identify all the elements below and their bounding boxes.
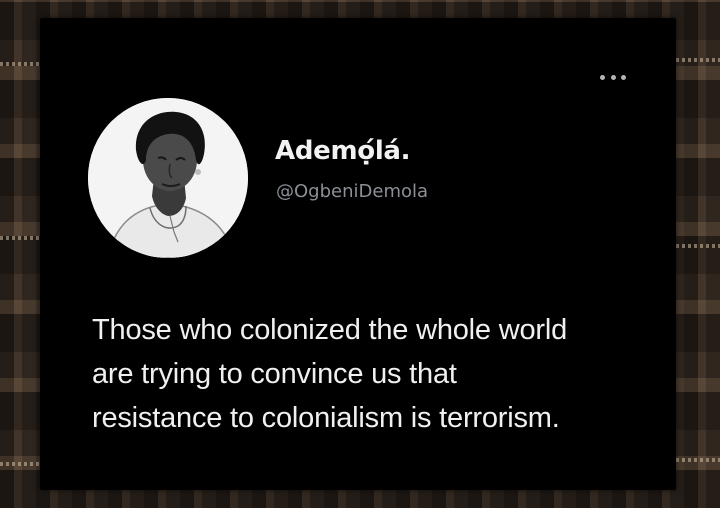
more-dot: [610, 74, 616, 80]
author-display-name[interactable]: Ademọ́lá.: [275, 136, 411, 166]
backdrop-stitch: [0, 462, 40, 466]
post-text-line: are trying to convince us that: [92, 358, 457, 390]
more-dot: [600, 74, 605, 80]
backdrop-stitch: [676, 458, 720, 462]
avatar[interactable]: [88, 98, 248, 258]
post-text: Those who colonized the whole world are …: [92, 308, 652, 440]
author-handle[interactable]: @OgbeniDemola: [276, 181, 428, 202]
more-dot: [621, 74, 626, 80]
backdrop-stitch: [676, 244, 720, 248]
backdrop-stitch: [0, 236, 40, 240]
backdrop-stitch: [676, 58, 720, 62]
post-text-line: Those who colonized the whole world: [92, 314, 567, 346]
backdrop-stitch: [0, 62, 40, 66]
profile-photo-icon: [88, 98, 248, 258]
post-card: Ademọ́lá. @OgbeniDemola Those who coloni…: [40, 18, 676, 490]
more-options-icon[interactable]: [600, 70, 626, 84]
post-text-line: resistance to colonialism is terrorism.: [92, 402, 560, 434]
